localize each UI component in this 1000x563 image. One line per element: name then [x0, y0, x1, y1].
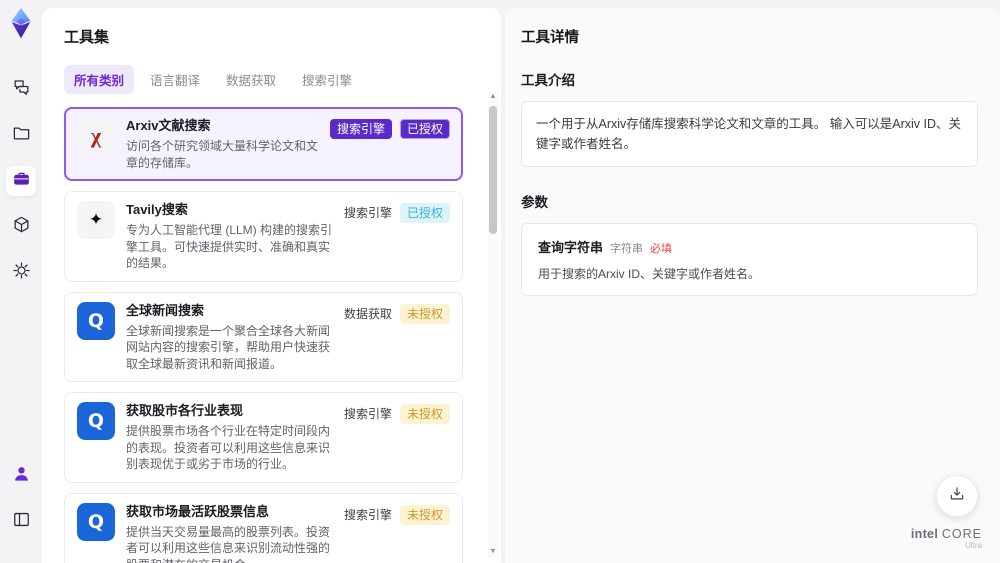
scrollbar-thumb[interactable] [489, 106, 497, 234]
auth-status-badge: 未授权 [399, 404, 450, 424]
tool-icon: χ ✦ Q [77, 502, 115, 541]
sidebar-item-settings[interactable] [6, 258, 36, 288]
briefcase-icon [12, 169, 31, 193]
auth-status-badge: 未授权 [399, 504, 450, 525]
category-tab[interactable]: 所有类别 [64, 65, 135, 94]
detail-title: 工具详情 [521, 30, 579, 46]
auth-status-badge: 已授权 [399, 119, 450, 139]
category-tabs: 所有类别 语言翻译 数据获取 搜索引擎 [64, 65, 479, 94]
sidebar-item-tools[interactable] [6, 166, 36, 196]
news-q-icon: Q [77, 502, 115, 541]
cube-icon [12, 215, 31, 239]
tool-icon: χ ✦ Q [77, 402, 115, 440]
auth-status-badge: 未授权 [399, 303, 450, 324]
category-tab[interactable]: 语言翻译 [140, 65, 210, 94]
param-description: 用于搜索的Arxiv ID、关键字或作者姓名。 [538, 267, 761, 281]
sidebar-item-files[interactable] [6, 120, 36, 150]
tool-description: 专为人工智能代理 (LLM) 构建的搜索引擎工具。可快速提供实时、准确和真实的结… [126, 223, 333, 270]
chat-icon [12, 77, 31, 101]
folder-icon [12, 123, 31, 147]
tool-card[interactable]: χ ✦ Q 获取市场最活跃股票信息 提供当天交易量最高的股票列表。投资者可以利用… [64, 492, 463, 563]
app-window: 工具集 所有类别 语言翻译 数据获取 搜索引擎 χ ✦ Q Arxiv文献搜索 … [0, 0, 1000, 563]
tool-icon: χ ✦ Q [77, 117, 115, 155]
arxiv-icon: χ [90, 123, 102, 148]
tool-description: 提供当天交易量最高的股票列表。投资者可以利用这些信息来识别流动性强的股票和潜在的… [126, 524, 331, 563]
param-card: 查询字符串 字符串 必填 用于搜索的Arxiv ID、关键字或作者姓名。 [521, 223, 978, 296]
user-icon [12, 464, 31, 488]
scroll-up-arrow[interactable]: ▲ [488, 92, 498, 102]
category-tab[interactable]: 搜索引擎 [292, 65, 362, 94]
app-logo-icon [7, 8, 35, 39]
tool-icon: χ ✦ Q [77, 201, 115, 239]
tool-list-panel: 工具集 所有类别 语言翻译 数据获取 搜索引擎 χ ✦ Q Arxiv文献搜索 … [42, 8, 501, 563]
tool-name: Arxiv文献搜索 [126, 118, 211, 133]
tool-icon: χ ✦ Q [77, 301, 115, 340]
intel-core-logo: intel CORE Ultra [910, 527, 982, 551]
page-title: 工具集 [64, 29, 110, 46]
tool-description: 提供股票市场各个行业在特定时间段内的表现。投资者可以利用这些信息来识别表现优于或… [126, 424, 331, 471]
tool-description: 全球新闻搜索是一个聚合全球各大新闻网站内容的搜索引擎，帮助用户快速获取全球最新资… [126, 323, 331, 371]
tool-description: 访问各个研究领域大量科学论文和文章的存储库。 [126, 139, 319, 170]
category-badge: 搜索引擎 [329, 119, 392, 139]
download-button[interactable] [936, 475, 978, 517]
tool-name: 全球新闻搜索 [126, 302, 205, 318]
tool-list: χ ✦ Q Arxiv文献搜索 访问各个研究领域大量科学论文和文章的存储库。 搜… [64, 107, 479, 563]
tool-name: 获取市场最活跃股票信息 [126, 503, 270, 519]
tool-intro-text: 一个用于从Arxiv存储库搜索科学论文和文章的工具。 输入可以是Arxiv ID… [521, 101, 978, 167]
params-heading: 参数 [521, 195, 548, 210]
news-q-icon: Q [77, 301, 115, 340]
download-icon [948, 485, 966, 508]
sidebar-item-chat[interactable] [6, 74, 36, 104]
tool-detail-panel: 工具详情 工具介绍 一个用于从Arxiv存储库搜索科学论文和文章的工具。 输入可… [505, 8, 1000, 563]
param-required-badge: 必填 [650, 243, 673, 255]
category-badge: 搜索引擎 [343, 507, 392, 522]
tool-card[interactable]: χ ✦ Q 获取股市各行业表现 提供股票市场各个行业在特定时间段内的表现。投资者… [64, 392, 463, 483]
auth-status-badge: 已授权 [399, 203, 450, 223]
intro-heading: 工具介绍 [521, 73, 575, 88]
scrollbar[interactable]: ▲ ▼ [488, 92, 498, 557]
gear-icon [12, 261, 31, 285]
scroll-down-arrow[interactable]: ▼ [488, 547, 498, 557]
user-profile-button[interactable] [6, 461, 36, 491]
param-name: 查询字符串 [538, 240, 604, 255]
tool-name: 获取股市各行业表现 [126, 403, 244, 418]
category-badge: 数据获取 [343, 306, 392, 321]
param-list: 查询字符串 字符串 必填 用于搜索的Arxiv ID、关键字或作者姓名。 [521, 223, 978, 296]
news-q-icon: Q [77, 402, 115, 440]
tool-card[interactable]: χ ✦ Q Tavily搜索 专为人工智能代理 (LLM) 构建的搜索引擎工具。… [64, 191, 463, 282]
category-badge: 搜索引擎 [343, 407, 392, 421]
panel-toggle-icon [12, 510, 31, 534]
tool-card[interactable]: χ ✦ Q 全球新闻搜索 全球新闻搜索是一个聚合全球各大新闻网站内容的搜索引擎，… [64, 291, 463, 382]
tavily-star-icon: ✦ [88, 210, 104, 229]
param-type: 字符串 [610, 243, 644, 255]
category-badge: 搜索引擎 [343, 206, 392, 220]
category-tab[interactable]: 数据获取 [216, 65, 286, 94]
tool-card[interactable]: χ ✦ Q Arxiv文献搜索 访问各个研究领域大量科学论文和文章的存储库。 搜… [64, 107, 463, 181]
left-rail [0, 0, 42, 563]
collapse-panel-button[interactable] [6, 507, 36, 537]
tool-name: Tavily搜索 [126, 202, 188, 217]
sidebar-item-models[interactable] [6, 212, 36, 242]
